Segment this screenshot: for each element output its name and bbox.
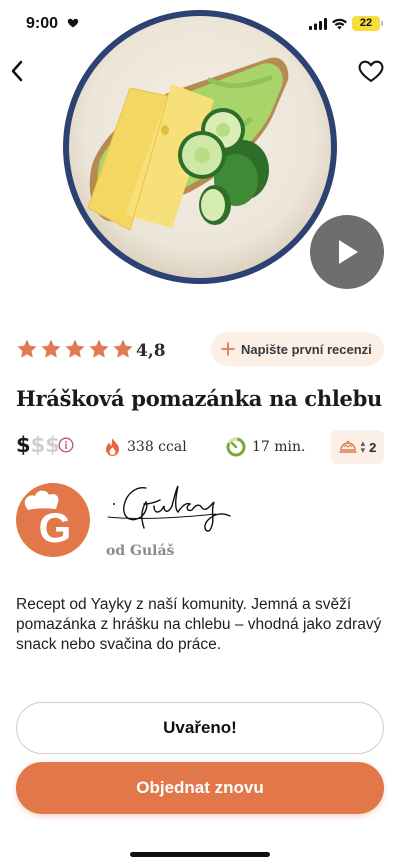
- plus-icon: [221, 342, 235, 356]
- flame-icon: [106, 438, 119, 456]
- timer-icon: [226, 437, 246, 457]
- cooking-time: 17 min.: [226, 437, 305, 457]
- heart-outline-icon: [358, 60, 384, 83]
- back-button[interactable]: [4, 56, 30, 86]
- star-filled-icon: [89, 339, 109, 358]
- play-video-button[interactable]: [310, 215, 384, 289]
- cooking-time-value: 17 min.: [252, 439, 306, 455]
- order-again-button[interactable]: Objednat znovu: [16, 762, 384, 814]
- star-filled-icon: [41, 339, 61, 358]
- price-level: $$$: [16, 433, 60, 457]
- home-indicator: [130, 852, 270, 857]
- calories-value: 338 ccal: [127, 439, 187, 455]
- star-filled-icon: [17, 339, 37, 358]
- info-circle-icon[interactable]: [58, 437, 74, 453]
- author-avatar[interactable]: G: [16, 483, 90, 557]
- star-filled-icon: [65, 339, 85, 358]
- stepper-arrows-icon: ▴ ▾: [360, 438, 366, 455]
- play-icon: [339, 240, 358, 264]
- recipe-description: Recept od Yayky z naší komunity. Jemná a…: [16, 596, 382, 653]
- chef-logo: G: [16, 483, 90, 557]
- author-signature: [107, 485, 231, 532]
- price-active: $: [16, 433, 31, 457]
- chevron-left-icon: [11, 60, 23, 82]
- star-filled-icon: [113, 339, 133, 358]
- avatar-letter: G: [39, 504, 72, 551]
- star-rating: [16, 338, 134, 360]
- calories: 338 ccal: [104, 437, 187, 457]
- servings-stepper[interactable]: ▴ ▾ 2: [331, 430, 384, 464]
- rating-row: 4,8 Napište první recenzi: [16, 332, 384, 367]
- price-inactive: $$: [30, 433, 60, 457]
- cooked-button[interactable]: Uvařeno!: [16, 702, 384, 754]
- author-name[interactable]: od Guláš: [106, 543, 174, 559]
- serving-dish-icon: [338, 440, 357, 453]
- servings-value: 2: [369, 439, 377, 455]
- rating-value: 4,8: [136, 341, 166, 361]
- write-review-label: Napište první recenzi: [241, 341, 372, 357]
- favorite-button[interactable]: [357, 57, 385, 85]
- write-review-button[interactable]: Napište první recenzi: [211, 332, 384, 366]
- order-again-label: Objednat znovu: [136, 778, 264, 797]
- cooked-label: Uvařeno!: [163, 718, 237, 737]
- recipe-info-row: $$$ 338 ccal 17 min. ▴ ▾ 2: [16, 430, 384, 464]
- recipe-title: Hrášková pomazánka na chlebu: [16, 386, 382, 411]
